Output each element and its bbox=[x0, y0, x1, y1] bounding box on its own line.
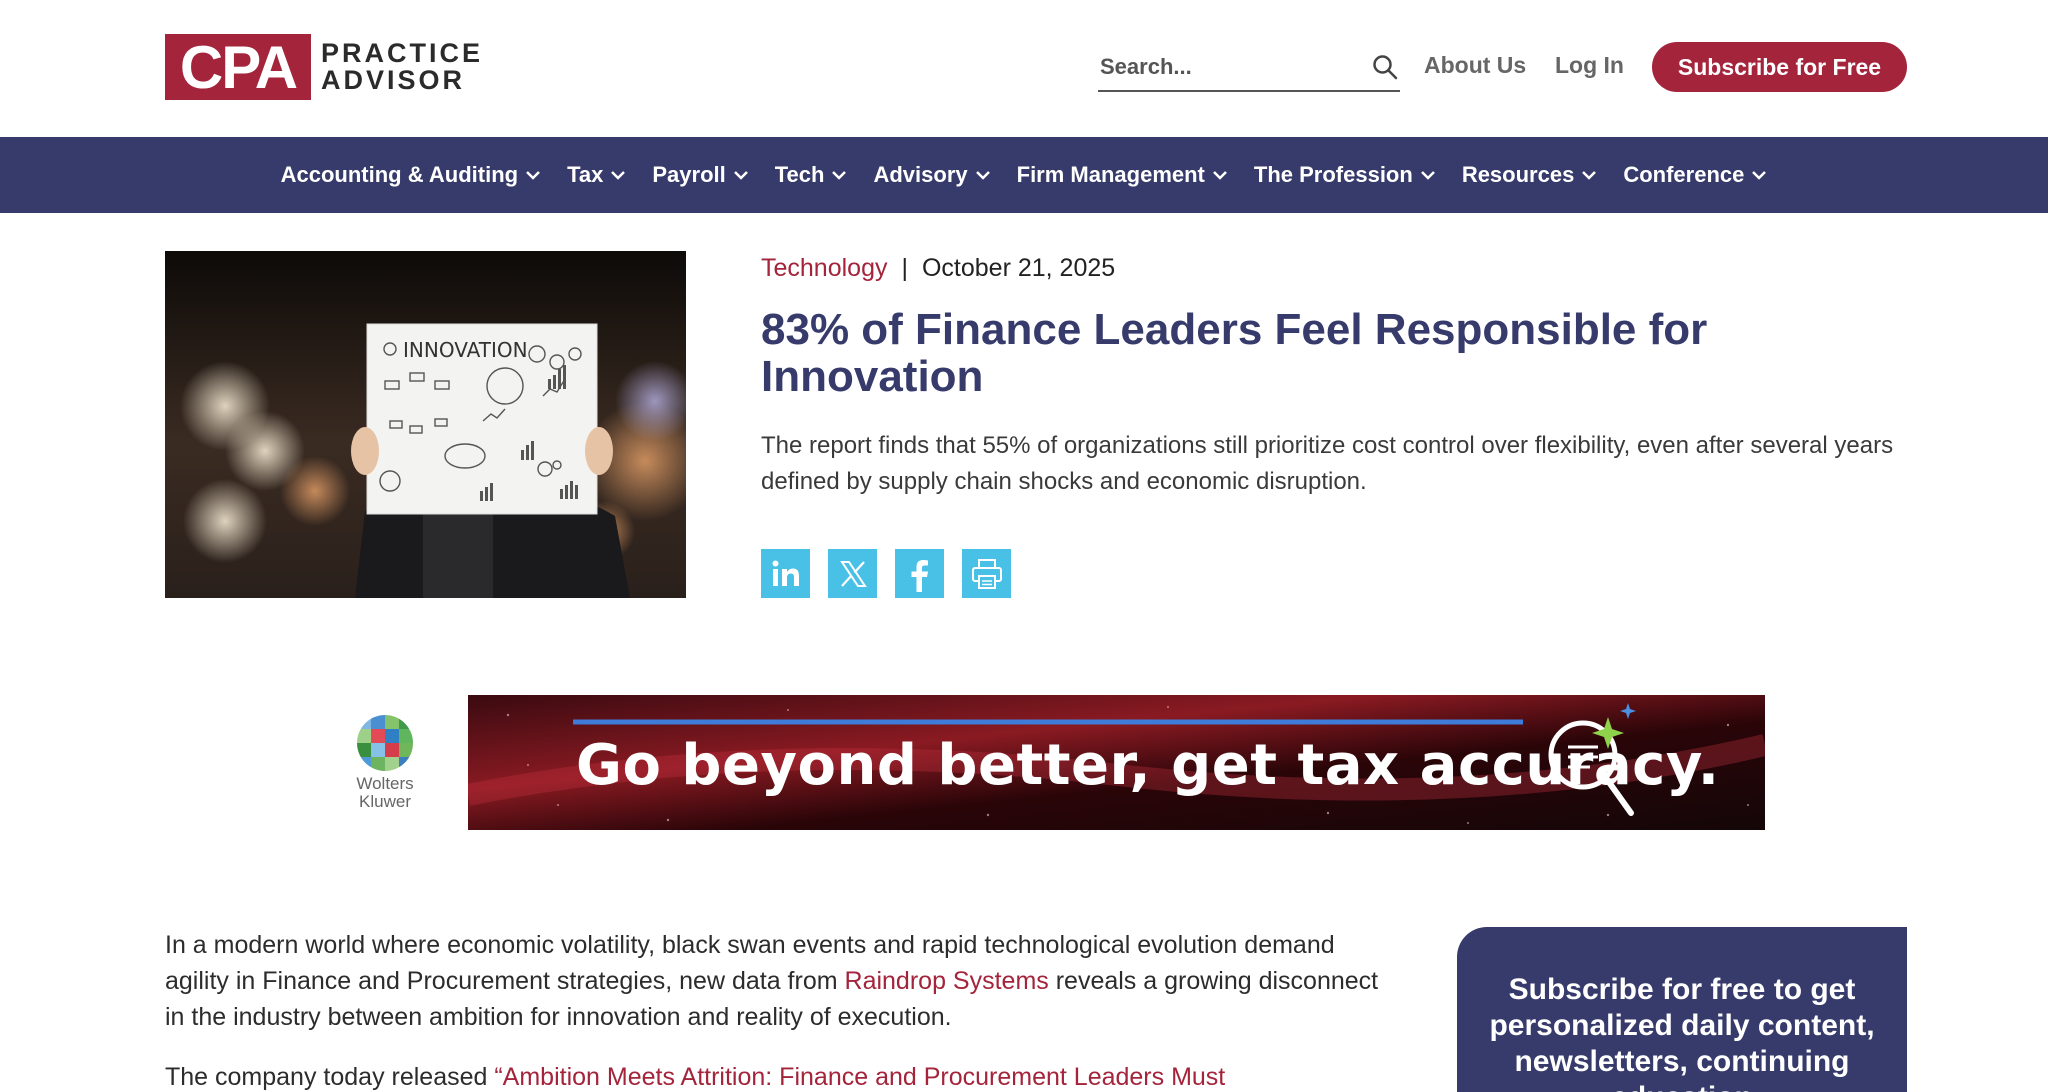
linkedin-icon bbox=[772, 560, 799, 586]
logo-wordmark: PRACTICE ADVISOR bbox=[321, 40, 483, 94]
article-body: In a modern world where economic volatil… bbox=[165, 927, 1395, 1092]
chevron-down-icon bbox=[832, 171, 847, 180]
nav-item-label: Payroll bbox=[652, 162, 726, 187]
newsletter-cta-text: Subscribe for free to get personalized d… bbox=[1489, 973, 1875, 1092]
logo-line-1: PRACTICE bbox=[321, 38, 484, 68]
subscribe-button[interactable]: Subscribe for Free bbox=[1652, 42, 1907, 92]
chevron-down-icon bbox=[1420, 171, 1435, 180]
share-facebook-button[interactable] bbox=[895, 549, 944, 598]
nav-item-conference[interactable]: Conference bbox=[1610, 137, 1780, 213]
site-logo[interactable]: CPA PRACTICE ADVISOR bbox=[165, 34, 483, 101]
chevron-down-icon bbox=[975, 171, 990, 180]
logo-line-2: ADVISOR bbox=[321, 65, 466, 95]
nav-item-tax[interactable]: Tax bbox=[554, 137, 639, 213]
nav-item-payroll[interactable]: Payroll bbox=[639, 137, 761, 213]
print-icon bbox=[971, 558, 1002, 589]
nav-item-label: Tax bbox=[567, 162, 604, 187]
nav-item-accounting-auditing[interactable]: Accounting & Auditing bbox=[268, 137, 554, 213]
article-paragraph: The company today released “Ambition Mee… bbox=[165, 1059, 1395, 1092]
search-box bbox=[1098, 44, 1400, 92]
share-linkedin-button[interactable] bbox=[761, 549, 810, 598]
site-header: CPA PRACTICE ADVISOR About Us Log In Sub… bbox=[0, 0, 2048, 137]
search-icon[interactable] bbox=[1372, 54, 1398, 80]
nav-item-label: Conference bbox=[1623, 162, 1745, 187]
share-x-button[interactable] bbox=[828, 549, 877, 598]
x-icon bbox=[839, 560, 867, 587]
nav-item-label: The Profession bbox=[1253, 162, 1413, 187]
nav-item-tech[interactable]: Tech bbox=[762, 137, 861, 213]
article-paragraph: In a modern world where economic volatil… bbox=[165, 927, 1395, 1035]
chevron-down-icon bbox=[526, 171, 540, 180]
about-us-link[interactable]: About Us bbox=[1424, 52, 1526, 79]
nav-item-the-profession[interactable]: The Profession bbox=[1241, 137, 1449, 213]
share-bar bbox=[761, 549, 1011, 598]
nav-item-label: Accounting & Auditing bbox=[280, 162, 519, 187]
article-dek: The report finds that 55% of organizatio… bbox=[761, 432, 1894, 495]
nav-item-label: Tech bbox=[774, 162, 825, 187]
chevron-down-icon bbox=[611, 171, 626, 180]
nav-item-firm-management[interactable]: Firm Management bbox=[1004, 137, 1241, 213]
newsletter-signup-card: Subscribe for free to get personalized d… bbox=[1457, 927, 1907, 1092]
log-in-link[interactable]: Log In bbox=[1555, 52, 1624, 79]
nav-item-resources[interactable]: Resources bbox=[1449, 137, 1611, 213]
article-category-link[interactable]: Technology bbox=[761, 254, 887, 283]
sponsor-name: Wolters Kluwer bbox=[356, 775, 413, 811]
chevron-down-icon bbox=[733, 171, 748, 180]
facebook-icon bbox=[911, 559, 928, 592]
ad-headline: Go beyond better, get tax accuracy. bbox=[576, 733, 1720, 798]
wolters-kluwer-logo-mark bbox=[357, 715, 413, 771]
sponsor-logo[interactable]: Wolters Kluwer bbox=[345, 715, 425, 815]
chevron-down-icon bbox=[1752, 171, 1767, 180]
nav-item-label: Firm Management bbox=[1016, 162, 1205, 187]
print-button[interactable] bbox=[962, 549, 1011, 598]
sponsor-name-line-2: Kluwer bbox=[359, 792, 411, 811]
hero-board-text: INNOVATION bbox=[403, 338, 528, 362]
article-hero-image: INNOVATION bbox=[165, 251, 686, 598]
nav-item-label: Advisory bbox=[873, 162, 968, 187]
sponsor-name-line-1: Wolters bbox=[356, 774, 414, 793]
chevron-down-icon bbox=[1213, 171, 1227, 180]
meta-separator: | bbox=[901, 254, 908, 282]
article-title: 83% of Finance Leaders Feel Responsible … bbox=[761, 305, 1708, 401]
article-date: October 21, 2025 bbox=[921, 254, 1116, 282]
nav-item-advisory[interactable]: Advisory bbox=[860, 137, 1003, 213]
ad-banner[interactable]: Go beyond better, get tax accuracy. bbox=[468, 695, 1765, 830]
article-meta: Technology | October 21, 2025 bbox=[761, 254, 1115, 283]
innovation-photo: INNOVATION bbox=[165, 251, 686, 598]
raindrop-systems-link[interactable]: Raindrop Systems bbox=[845, 967, 1049, 995]
main-nav: Accounting & Auditing Tax Payroll Tech A… bbox=[0, 137, 2048, 213]
paragraph-text: The company today released bbox=[165, 1063, 495, 1091]
chevron-down-icon bbox=[1582, 171, 1597, 180]
logo-mark: CPA bbox=[165, 34, 311, 101]
search-input[interactable] bbox=[1098, 54, 1353, 80]
nav-item-label: Resources bbox=[1461, 162, 1575, 187]
report-link[interactable]: “Ambition Meets Attrition: Finance and P… bbox=[494, 1063, 1225, 1091]
